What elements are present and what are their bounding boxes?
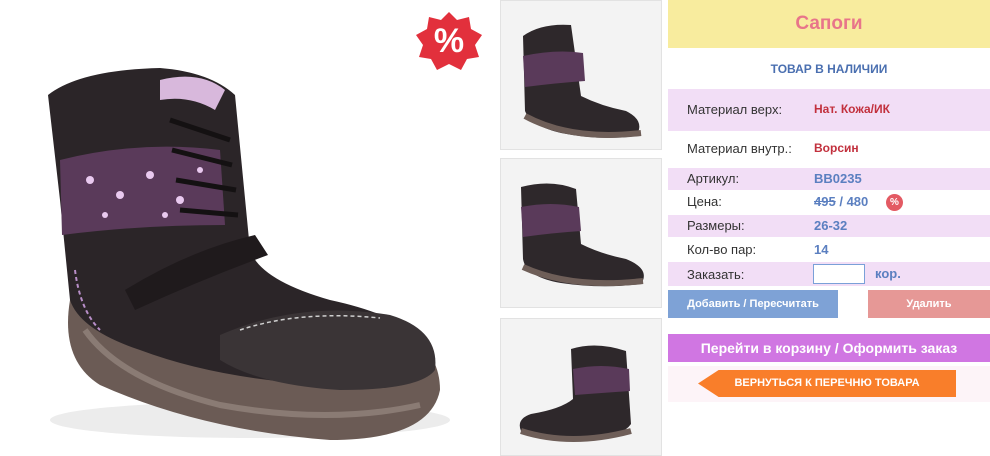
price-value: 495 / 480 xyxy=(814,194,868,209)
spec-label: Цена: xyxy=(687,194,722,209)
spec-value: 26-32 xyxy=(814,218,848,233)
price-separator: / xyxy=(839,194,843,209)
thumbnail-boot-image xyxy=(519,345,632,442)
spec-value: 14 xyxy=(814,242,829,257)
delete-button[interactable]: Удалить xyxy=(868,290,990,318)
new-price: 480 xyxy=(846,194,869,209)
discount-icon: % xyxy=(886,194,903,211)
order-unit: кор. xyxy=(875,266,901,281)
spec-row-material-inner: Материал внутр.: Ворсин xyxy=(668,131,990,165)
spec-row-article: Артикул: BB0235 xyxy=(668,168,990,190)
spec-row-sizes: Размеры: 26-32 xyxy=(668,215,990,237)
thumbnail-boot-image xyxy=(521,183,644,287)
product-title: Сапоги xyxy=(668,0,990,48)
spec-label: Размеры: xyxy=(687,218,745,233)
add-recalculate-button[interactable]: Добавить / Пересчитать xyxy=(668,290,838,318)
old-price: 495 xyxy=(814,194,836,209)
back-button-area: ВЕРНУТЬСЯ К ПЕРЕЧНЮ ТОВАРА xyxy=(668,366,990,402)
product-page: % Сапоги ТОВАР В НАЛИЧИИ Материал верх: … xyxy=(0,0,990,456)
spec-row-price: Цена: 495 / 480 % xyxy=(668,190,990,214)
thumbnail-1[interactable] xyxy=(500,0,662,150)
sale-badge-symbol: % xyxy=(433,22,465,60)
spec-row-order: Заказать: кор. xyxy=(668,262,990,286)
spec-label: Артикул: xyxy=(687,171,740,186)
main-product-photo: % xyxy=(0,0,492,456)
spec-label: Кол-во пар: xyxy=(687,242,757,257)
spec-label: Материал внутр.: xyxy=(687,141,792,156)
spec-value: Ворсин xyxy=(814,141,859,155)
spec-label: Материал верх: xyxy=(687,102,783,117)
spec-label: Заказать: xyxy=(687,267,745,282)
spec-row-material-top: Материал верх: Нат. Кожа/ИК xyxy=(668,89,990,131)
thumbnail-2[interactable] xyxy=(500,158,662,308)
order-quantity-input[interactable] xyxy=(813,264,865,284)
thumbnail-boot-image xyxy=(523,24,642,138)
go-to-cart-button[interactable]: Перейти в корзину / Оформить заказ xyxy=(668,334,990,362)
back-to-list-button[interactable]: ВЕРНУТЬСЯ К ПЕРЕЧНЮ ТОВАРА xyxy=(698,370,956,397)
spec-value: Нат. Кожа/ИК xyxy=(814,102,890,116)
stock-status: ТОВАР В НАЛИЧИИ xyxy=(770,62,888,76)
spec-row-pairs: Кол-во пар: 14 xyxy=(668,239,990,261)
sale-badge: % xyxy=(413,10,485,72)
thumbnail-3[interactable] xyxy=(500,318,662,456)
spec-value: BB0235 xyxy=(814,171,862,186)
product-info-panel: Сапоги ТОВАР В НАЛИЧИИ Материал верх: На… xyxy=(668,0,990,456)
